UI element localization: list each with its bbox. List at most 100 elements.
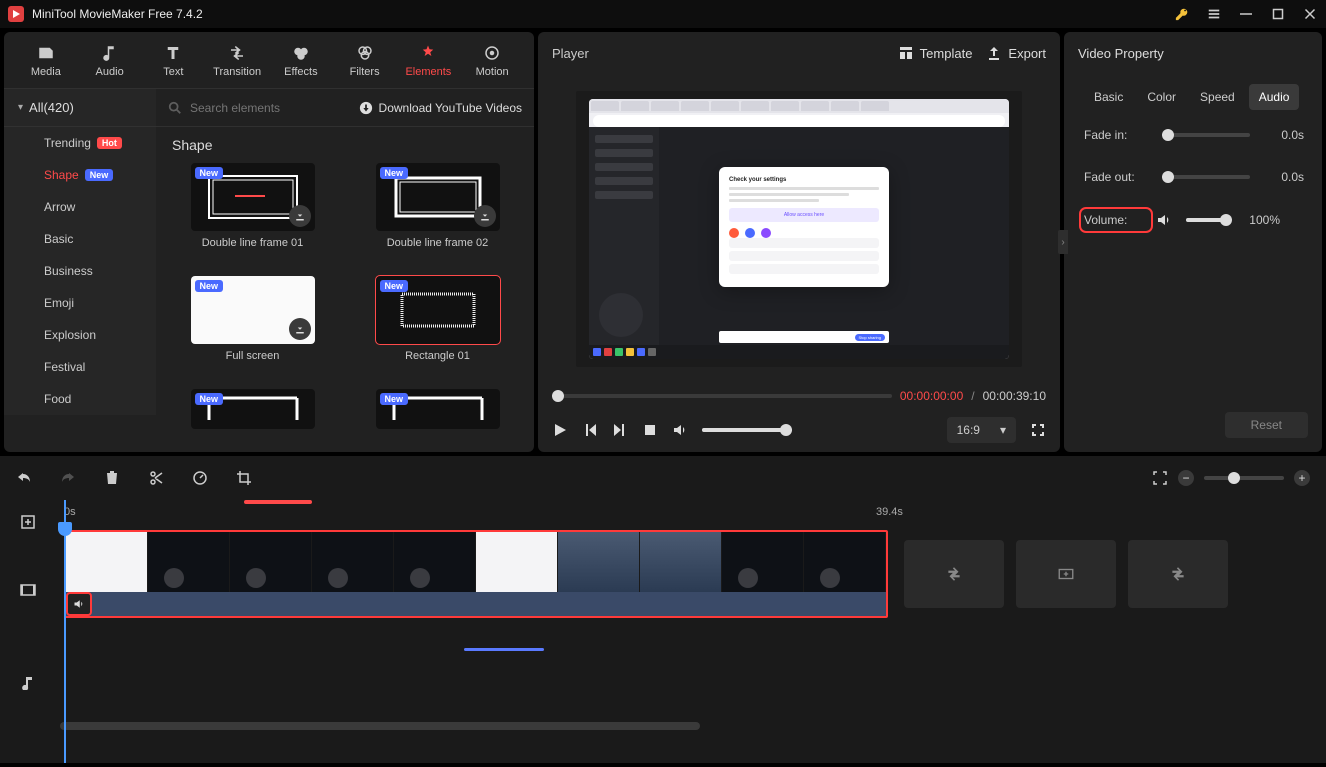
fade-in-slider[interactable] bbox=[1162, 133, 1250, 137]
timeline-ruler[interactable]: 0s 39.4s bbox=[56, 500, 1326, 528]
music-marker bbox=[464, 648, 544, 651]
split-icon[interactable] bbox=[148, 470, 164, 486]
library-toolbar: Media Audio Text Transition Effects Filt… bbox=[4, 32, 534, 89]
speed-icon[interactable] bbox=[192, 470, 208, 486]
fade-out-slider[interactable] bbox=[1162, 175, 1250, 179]
category-food[interactable]: Food bbox=[4, 383, 156, 415]
aspect-ratio-select[interactable]: 16:9▾ bbox=[947, 417, 1016, 443]
preview-content: Check your settings Allow access here St… bbox=[589, 99, 1009, 359]
tab-media[interactable]: Media bbox=[14, 38, 78, 84]
element-card[interactable]: New Rectangle 01 bbox=[353, 276, 522, 381]
time-total: 00:00:39:10 bbox=[983, 389, 1046, 403]
category-arrow[interactable]: Arrow bbox=[4, 191, 156, 223]
tab-text[interactable]: Text bbox=[142, 38, 206, 84]
fade-in-value: 0.0s bbox=[1264, 128, 1304, 142]
menu-icon[interactable] bbox=[1206, 6, 1222, 22]
element-card[interactable]: New bbox=[353, 389, 522, 448]
category-festival[interactable]: Festival bbox=[4, 351, 156, 383]
category-list: TrendingHot ShapeNew Arrow Basic Busines… bbox=[4, 127, 156, 415]
download-icon[interactable] bbox=[474, 205, 496, 227]
tab-transition[interactable]: Transition bbox=[205, 38, 269, 84]
stop-icon[interactable] bbox=[642, 422, 658, 438]
category-trending[interactable]: TrendingHot bbox=[4, 127, 156, 159]
player-panel: Player Template Export Check your settin… bbox=[538, 32, 1060, 452]
tab-elements[interactable]: Elements bbox=[397, 38, 461, 84]
property-panel: › Video Property Basic Color Speed Audio… bbox=[1064, 32, 1322, 452]
crop-icon[interactable] bbox=[236, 470, 252, 486]
player-title: Player bbox=[552, 46, 884, 61]
preview-area[interactable]: Check your settings Allow access here St… bbox=[538, 74, 1060, 384]
fit-icon[interactable] bbox=[1152, 470, 1168, 486]
volume-icon[interactable] bbox=[1156, 212, 1172, 228]
tab-filters[interactable]: Filters bbox=[333, 38, 397, 84]
add-track-button[interactable] bbox=[0, 500, 56, 544]
delete-icon[interactable] bbox=[104, 470, 120, 486]
hot-badge: Hot bbox=[97, 137, 122, 149]
element-card[interactable]: New Double line frame 01 bbox=[168, 163, 337, 268]
key-icon[interactable] bbox=[1174, 6, 1190, 22]
download-icon[interactable] bbox=[289, 205, 311, 227]
volume-label: Volume: bbox=[1084, 212, 1148, 228]
close-icon[interactable] bbox=[1302, 6, 1318, 22]
playhead[interactable] bbox=[64, 500, 66, 763]
music-track[interactable] bbox=[56, 620, 1326, 680]
collapse-handle[interactable]: › bbox=[1058, 230, 1068, 254]
fullscreen-icon[interactable] bbox=[1030, 422, 1046, 438]
elements-section-title: Shape bbox=[156, 127, 534, 159]
video-track[interactable] bbox=[56, 528, 1326, 620]
download-youtube-link[interactable]: Download YouTube Videos bbox=[359, 101, 522, 115]
video-clip[interactable] bbox=[64, 530, 888, 618]
element-card[interactable]: New Full screen bbox=[168, 276, 337, 381]
category-shape[interactable]: ShapeNew bbox=[4, 159, 156, 191]
timeline-scrollbar[interactable] bbox=[56, 720, 1326, 732]
redo-icon[interactable] bbox=[60, 470, 76, 486]
app-title: MiniTool MovieMaker Free 7.4.2 bbox=[32, 7, 1174, 21]
time-current: 00:00:00:00 bbox=[900, 389, 963, 403]
player-volume-slider[interactable] bbox=[702, 428, 792, 432]
download-icon[interactable] bbox=[289, 318, 311, 340]
property-title: Video Property bbox=[1064, 32, 1322, 74]
category-business[interactable]: Business bbox=[4, 255, 156, 287]
transition-drop[interactable] bbox=[1128, 540, 1228, 608]
category-basic[interactable]: Basic bbox=[4, 223, 156, 255]
progress-slider[interactable] bbox=[552, 394, 892, 398]
zoom-slider[interactable] bbox=[1204, 476, 1284, 480]
titlebar: MiniTool MovieMaker Free 7.4.2 bbox=[0, 0, 1326, 28]
clip-volume-icon[interactable] bbox=[68, 594, 90, 614]
zoom-out-button[interactable]: − bbox=[1178, 470, 1194, 486]
new-badge: New bbox=[85, 169, 114, 181]
element-card[interactable]: New Double line frame 02 bbox=[353, 163, 522, 268]
media-drop[interactable] bbox=[1016, 540, 1116, 608]
element-card[interactable]: New bbox=[168, 389, 337, 448]
export-button[interactable]: Export bbox=[986, 45, 1046, 61]
prop-tab-color[interactable]: Color bbox=[1137, 84, 1186, 110]
category-all[interactable]: ▾ All(420) bbox=[4, 89, 156, 127]
tab-audio[interactable]: Audio bbox=[78, 38, 142, 84]
timeline: − + 0s 39.4s bbox=[0, 456, 1326, 763]
category-explosion[interactable]: Explosion bbox=[4, 319, 156, 351]
category-emoji[interactable]: Emoji bbox=[4, 287, 156, 319]
transition-drop[interactable] bbox=[904, 540, 1004, 608]
tab-effects[interactable]: Effects bbox=[269, 38, 333, 84]
tab-motion[interactable]: Motion bbox=[460, 38, 524, 84]
fade-out-value: 0.0s bbox=[1264, 170, 1304, 184]
prop-tab-audio[interactable]: Audio bbox=[1249, 84, 1300, 110]
next-frame-icon[interactable] bbox=[612, 422, 628, 438]
reset-button[interactable]: Reset bbox=[1225, 412, 1308, 438]
prop-tab-speed[interactable]: Speed bbox=[1190, 84, 1245, 110]
minimize-icon[interactable] bbox=[1238, 6, 1254, 22]
zoom-in-button[interactable]: + bbox=[1294, 470, 1310, 486]
ruler-marker bbox=[244, 500, 312, 504]
volume-slider[interactable] bbox=[1186, 218, 1226, 222]
fade-out-label: Fade out: bbox=[1084, 170, 1148, 184]
elements-grid: New Double line frame 01 New Double line… bbox=[156, 159, 534, 452]
template-button[interactable]: Template bbox=[898, 45, 973, 61]
prev-frame-icon[interactable] bbox=[582, 422, 598, 438]
audio-track-icon bbox=[0, 636, 56, 728]
play-icon[interactable] bbox=[552, 422, 568, 438]
volume-icon[interactable] bbox=[672, 422, 688, 438]
undo-icon[interactable] bbox=[16, 470, 32, 486]
prop-tab-basic[interactable]: Basic bbox=[1084, 84, 1133, 110]
maximize-icon[interactable] bbox=[1270, 6, 1286, 22]
search-input[interactable] bbox=[190, 101, 351, 115]
